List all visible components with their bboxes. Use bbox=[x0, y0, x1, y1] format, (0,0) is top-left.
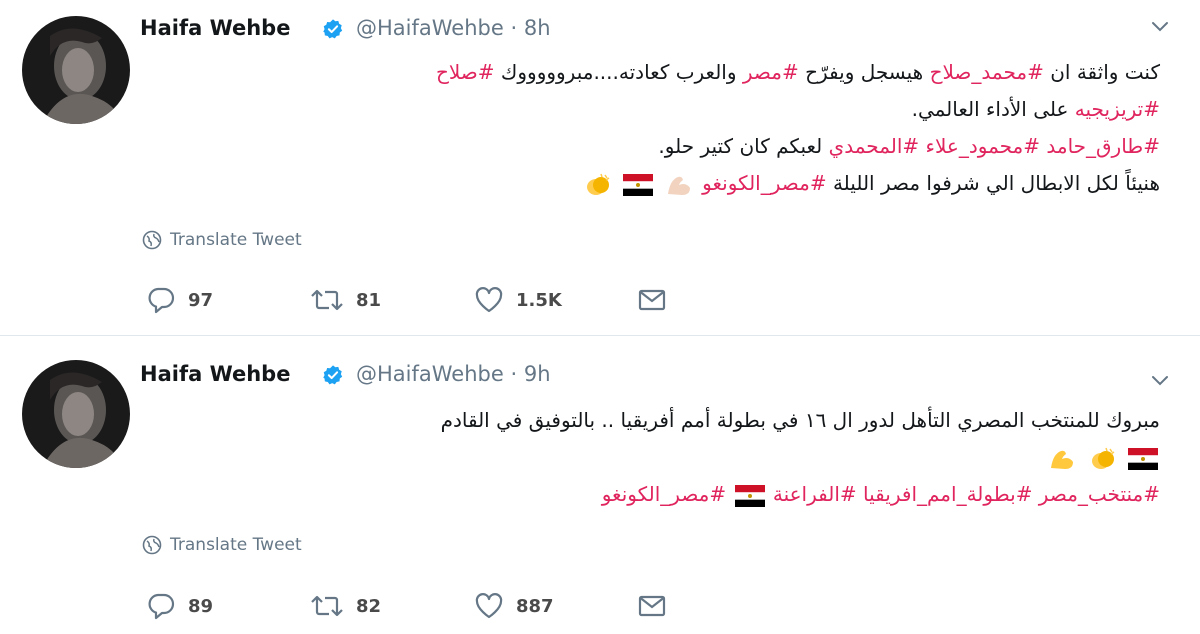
hashtag-link[interactable]: #مصر bbox=[743, 60, 799, 84]
clapping-hands-emoji bbox=[1091, 447, 1115, 469]
reply-icon bbox=[148, 287, 175, 314]
egypt-flag-emoji bbox=[623, 173, 654, 196]
hashtag-link[interactable]: #طارق_حامد bbox=[1040, 134, 1160, 158]
text-span: هنيئاً لكل الابطال الي شرفوا مصر الليلة bbox=[826, 171, 1160, 195]
action-bar: 89 82 887 bbox=[146, 592, 666, 620]
tweet-line: #تريزيجيه على الأداء العالمي. bbox=[140, 91, 1160, 128]
text-span: كنت واثقة ان bbox=[1043, 60, 1160, 84]
clapping-hands-emoji bbox=[587, 173, 610, 195]
tweet-line: مبروك للمنتخب المصري التأهل لدور ال ١٦ ف… bbox=[140, 402, 1160, 439]
hashtag-link[interactable]: #مصر_الكونغو bbox=[702, 171, 826, 195]
globe-icon bbox=[142, 230, 162, 250]
translate-tweet-link[interactable]: Translate Tweet bbox=[142, 230, 302, 250]
author-handle-time: @HaifaWehbe · 9h bbox=[356, 362, 551, 386]
hashtag-link[interactable]: #مصر_الكونغو bbox=[602, 482, 733, 506]
globe-icon bbox=[142, 535, 162, 555]
hashtag-link[interactable]: #الفراعنة bbox=[773, 482, 857, 506]
text-span: لعبكم كان كتير حلو. bbox=[658, 134, 829, 158]
retweet-icon bbox=[311, 289, 343, 311]
hashtag-link[interactable]: #تريزيجيه bbox=[1075, 97, 1160, 121]
chevron-down-icon[interactable] bbox=[1150, 374, 1170, 388]
reply-button[interactable]: 89 bbox=[146, 592, 310, 620]
avatar[interactable] bbox=[22, 16, 130, 124]
tweet-line: هنيئاً لكل الابطال الي شرفوا مصر الليلة … bbox=[140, 165, 1160, 202]
tweet-line: #طارق_حامد #محمود_علاء #المحمدي لعبكم كا… bbox=[140, 128, 1160, 165]
timestamp[interactable]: 9h bbox=[524, 362, 551, 386]
hashtag-link[interactable]: #محمود_علاء bbox=[919, 134, 1040, 158]
retweet-icon bbox=[311, 595, 343, 617]
verified-badge-icon bbox=[323, 19, 343, 39]
author-handle-time: @HaifaWehbe · 8h bbox=[356, 16, 551, 40]
author-handle[interactable]: @HaifaWehbe bbox=[356, 16, 504, 40]
like-button[interactable]: 887 bbox=[474, 592, 638, 620]
tweet-text: مبروك للمنتخب المصري التأهل لدور ال ١٦ ف… bbox=[140, 402, 1160, 513]
heart-icon bbox=[475, 593, 503, 619]
envelope-icon bbox=[638, 289, 666, 311]
hashtag-link[interactable]: #منتخب_مصر bbox=[1032, 482, 1160, 506]
author-handle[interactable]: @HaifaWehbe bbox=[356, 362, 504, 386]
action-bar: 97 81 1.5K bbox=[146, 286, 666, 314]
hashtag-link[interactable]: #بطولة_امم_افريقيا bbox=[857, 482, 1032, 506]
text-span: على الأداء العالمي. bbox=[911, 97, 1075, 121]
like-count: 1.5K bbox=[516, 289, 562, 311]
hashtag-link[interactable]: #محمد_صلاح bbox=[930, 60, 1044, 84]
tweet[interactable]: Haifa Wehbe @HaifaWehbe · 8h كنت واثقة ا… bbox=[0, 0, 1200, 336]
like-button[interactable]: 1.5K bbox=[474, 286, 638, 314]
flexed-biceps-emoji bbox=[1051, 450, 1074, 469]
chevron-down-icon[interactable] bbox=[1150, 20, 1170, 34]
tweet-text: كنت واثقة ان #محمد_صلاح هيسجل ويفرّح #مص… bbox=[140, 54, 1160, 202]
retweet-button[interactable]: 81 bbox=[310, 287, 474, 313]
tweet-line: كنت واثقة ان #محمد_صلاح هيسجل ويفرّح #مص… bbox=[140, 54, 1160, 91]
reply-icon bbox=[148, 593, 175, 620]
heart-icon bbox=[475, 287, 503, 313]
direct-message-button[interactable] bbox=[638, 288, 666, 312]
text-span: والعرب كعادته....مبروووووك bbox=[494, 60, 743, 84]
verified-badge-icon bbox=[323, 365, 343, 385]
text-span: مبروك للمنتخب المصري التأهل لدور ال ١٦ ف… bbox=[440, 408, 1160, 432]
retweet-count: 82 bbox=[356, 595, 382, 617]
reply-count: 89 bbox=[188, 595, 214, 617]
author-name[interactable]: Haifa Wehbe bbox=[140, 16, 290, 40]
translate-label[interactable]: Translate Tweet bbox=[170, 230, 302, 250]
direct-message-button[interactable] bbox=[638, 594, 666, 618]
avatar[interactable] bbox=[22, 360, 130, 468]
retweet-button[interactable]: 82 bbox=[310, 593, 474, 619]
timestamp[interactable]: 8h bbox=[524, 16, 551, 40]
hashtag-link[interactable]: #صلاح bbox=[436, 60, 495, 84]
reply-button[interactable]: 97 bbox=[146, 286, 310, 314]
egypt-flag-emoji bbox=[1128, 447, 1158, 470]
separator-dot: · bbox=[510, 16, 524, 40]
egypt-flag-emoji bbox=[734, 484, 765, 507]
tweet-line: #منتخب_مصر #بطولة_امم_افريقيا #الفراعنة … bbox=[140, 476, 1160, 513]
tweet-line bbox=[140, 439, 1160, 476]
text-span: هيسجل ويفرّح bbox=[798, 60, 930, 84]
translate-label[interactable]: Translate Tweet bbox=[170, 535, 302, 555]
reply-count: 97 bbox=[188, 289, 214, 311]
translate-tweet-link[interactable]: Translate Tweet bbox=[142, 535, 302, 555]
envelope-icon bbox=[638, 595, 666, 617]
like-count: 887 bbox=[516, 595, 554, 617]
tweet[interactable]: Haifa Wehbe @HaifaWehbe · 9h مبروك للمنت… bbox=[0, 336, 1200, 634]
author-name[interactable]: Haifa Wehbe bbox=[140, 362, 290, 386]
flexed-biceps-emoji bbox=[667, 176, 690, 195]
hashtag-link[interactable]: #المحمدي bbox=[829, 134, 920, 158]
separator-dot: · bbox=[510, 362, 524, 386]
retweet-count: 81 bbox=[356, 289, 382, 311]
